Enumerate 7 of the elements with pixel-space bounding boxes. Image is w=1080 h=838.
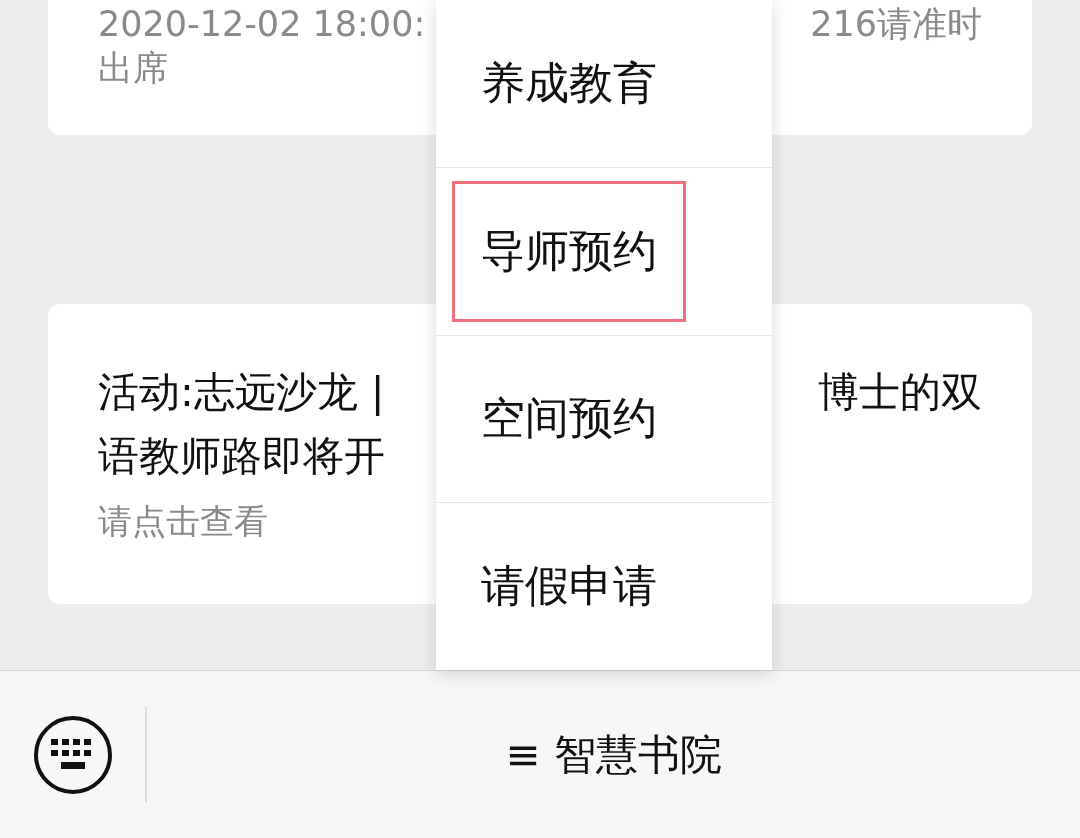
card-detail: 216请准时	[810, 3, 982, 46]
card-detail: 2020-12-02 18:00:	[98, 3, 426, 46]
card-title: 语教师路即将开	[98, 431, 385, 482]
card-title: 博士的双	[818, 367, 982, 418]
card-title: 活动:志远沙龙 |	[98, 367, 385, 418]
card-detail: 出席	[98, 47, 168, 90]
card-detail: 请点击查看	[98, 500, 268, 543]
